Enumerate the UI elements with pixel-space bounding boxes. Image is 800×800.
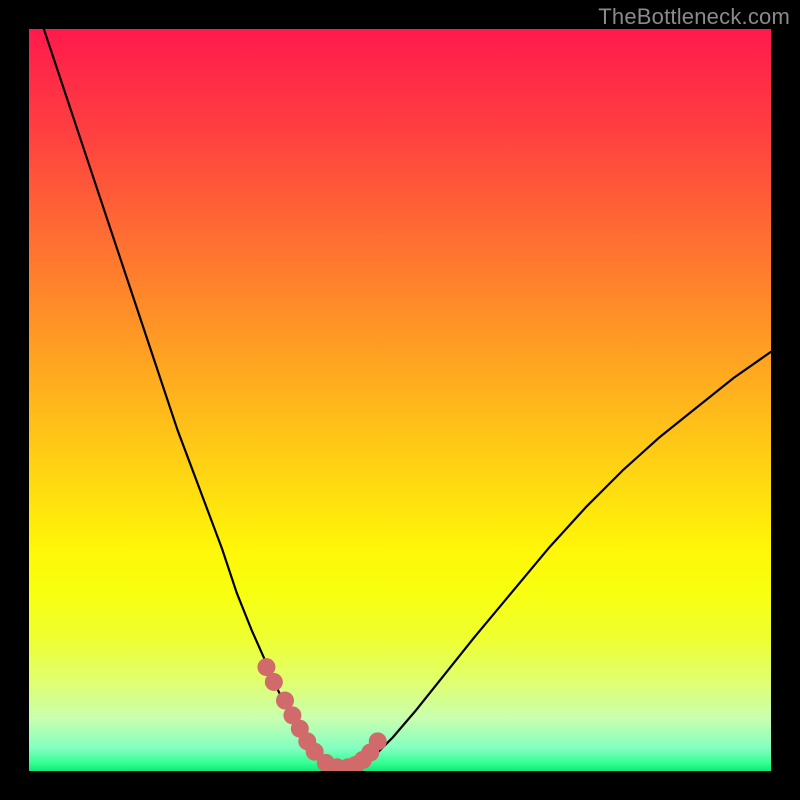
watermark-text: TheBottleneck.com xyxy=(598,4,790,30)
bottleneck-curve xyxy=(44,29,771,767)
plot-area xyxy=(29,29,771,771)
marker-point xyxy=(265,673,283,691)
chart-frame: TheBottleneck.com xyxy=(0,0,800,800)
marker-point xyxy=(369,732,387,750)
bottleneck-chart xyxy=(29,29,771,771)
